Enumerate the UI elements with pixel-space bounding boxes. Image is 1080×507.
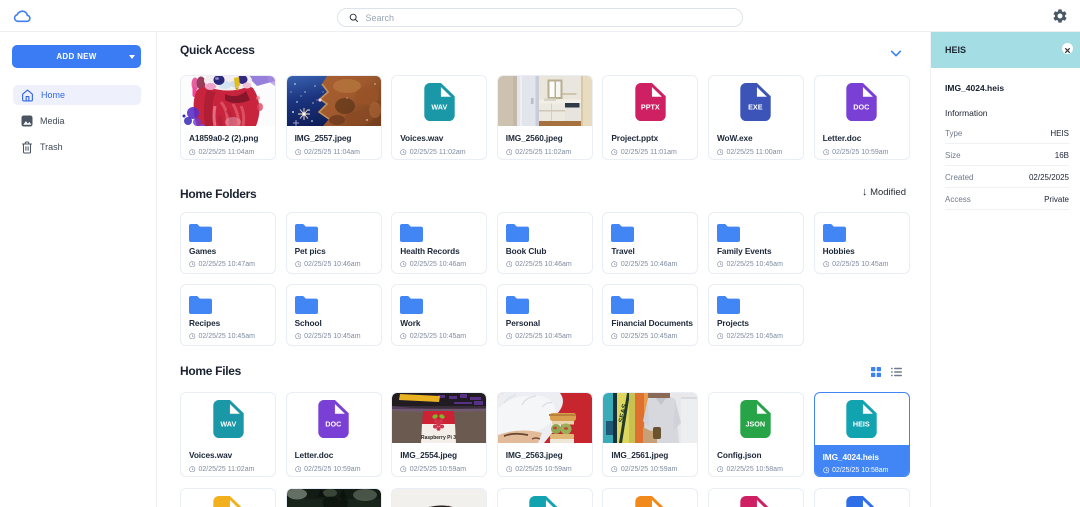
svg-text:DOC: DOC — [853, 103, 870, 112]
svg-text:DOC: DOC — [325, 420, 342, 429]
svg-text:JSON: JSON — [746, 420, 766, 429]
svg-text:WAV: WAV — [220, 420, 236, 429]
svg-text:PPTX: PPTX — [641, 103, 660, 112]
svg-text:HEIS: HEIS — [853, 420, 870, 429]
svg-text:EXE: EXE — [749, 103, 764, 112]
svg-text:WAV: WAV — [431, 103, 447, 112]
svg-text:Raspberry Pi 3: Raspberry Pi 3 — [421, 435, 456, 441]
